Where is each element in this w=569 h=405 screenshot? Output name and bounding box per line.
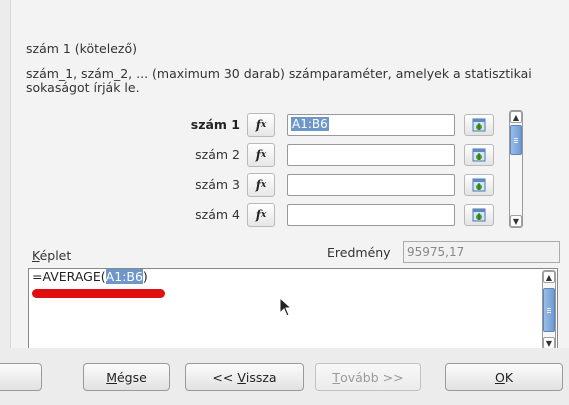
ok-button[interactable]: OK: [445, 363, 563, 391]
button-bar: Mégse << Vissza Tovább >> OK: [0, 348, 569, 405]
scroll-thumb[interactable]: [510, 125, 522, 155]
params-scrollbar[interactable]: ▲ ▼: [509, 110, 523, 228]
scroll-up-icon[interactable]: ▲: [543, 271, 555, 283]
scroll-thumb[interactable]: [543, 288, 555, 332]
shrink-icon[interactable]: [464, 204, 494, 226]
back-button[interactable]: << Vissza: [185, 363, 304, 391]
formula-scrollbar[interactable]: ▲ ▼: [542, 270, 556, 350]
scroll-down-icon[interactable]: ▼: [510, 215, 522, 227]
param-input-szam-3[interactable]: [287, 174, 455, 196]
shrink-icon[interactable]: [464, 174, 494, 196]
result-field: 95975,17: [403, 241, 560, 263]
formula-label: Képlet: [32, 248, 72, 263]
formula-text: =AVERAGE(A1:B6): [32, 269, 148, 284]
fx-icon[interactable]: fx: [247, 203, 275, 227]
shrink-icon[interactable]: [464, 144, 494, 166]
row-label-szam-2: szám 2: [195, 147, 240, 162]
fx-icon[interactable]: fx: [247, 143, 275, 167]
next-button[interactable]: Tovább >>: [315, 363, 421, 391]
param-input-szam-4[interactable]: [287, 204, 455, 226]
row-label-szam-1: szám 1: [190, 117, 240, 132]
fx-icon[interactable]: fx: [247, 173, 275, 197]
fx-icon[interactable]: fx: [247, 113, 275, 137]
param-input-szam-1[interactable]: A1:B6: [287, 114, 455, 136]
cancel-button[interactable]: Mégse: [83, 363, 170, 391]
row-label-szam-3: szám 3: [195, 177, 240, 192]
formula-editor[interactable]: =AVERAGE(A1:B6) ▲ ▼: [28, 268, 558, 352]
result-label: Eredmény: [327, 245, 391, 260]
shrink-icon[interactable]: [464, 114, 494, 136]
mouse-cursor-icon: [279, 297, 293, 317]
param-title: szám 1 (kötelező): [26, 41, 137, 56]
param-description: szám_1, szám_2, ... (maximum 30 darab) s…: [26, 66, 532, 95]
help-button[interactable]: [0, 363, 42, 391]
row-label-szam-4: szám 4: [195, 207, 240, 222]
scroll-up-icon[interactable]: ▲: [510, 111, 522, 123]
red-annotation-mark: [32, 289, 165, 298]
param-input-szam-2[interactable]: [287, 144, 455, 166]
